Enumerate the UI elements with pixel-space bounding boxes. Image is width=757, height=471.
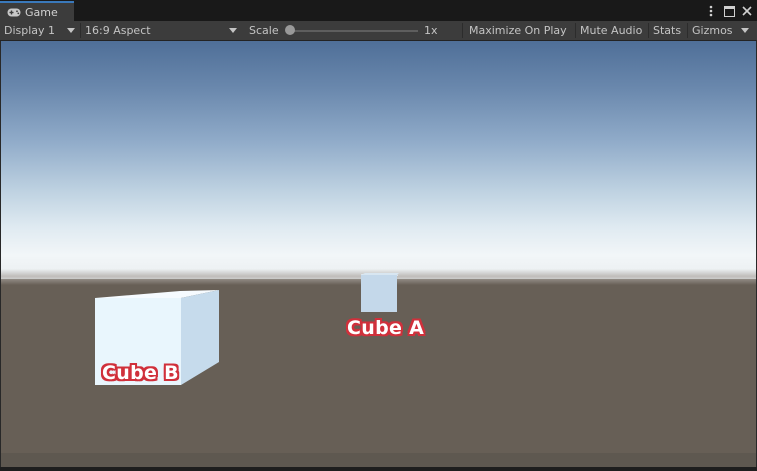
display-dropdown[interactable]: Display 1 — [4, 21, 76, 40]
toolbar-divider — [462, 23, 463, 38]
kebab-menu-icon[interactable] — [705, 4, 717, 18]
window-bottom-border — [0, 467, 757, 471]
window-actions — [705, 2, 753, 20]
game-toolbar: Display 1 16:9 Aspect Scale 1x Maximize … — [0, 21, 757, 41]
scale-slider-track[interactable] — [292, 30, 418, 32]
cube-a-label: Cube A — [347, 317, 425, 339]
tab-title: Game — [25, 5, 58, 19]
scale-value: 1x — [424, 24, 438, 37]
scale-label: Scale — [249, 24, 279, 37]
cube-a[interactable] — [361, 273, 399, 312]
tab-game[interactable]: Game — [0, 1, 74, 21]
aspect-label: 16:9 Aspect — [85, 24, 151, 37]
close-icon[interactable] — [741, 4, 753, 18]
chevron-down-icon — [229, 28, 237, 33]
stats-toggle[interactable]: Stats — [653, 21, 681, 40]
gizmos-dropdown[interactable]: Gizmos — [692, 21, 749, 40]
game-window: Game Display 1 16:9 Aspect Scale 1x Maxi… — [0, 0, 757, 471]
toolbar-divider — [648, 23, 649, 38]
scene-objects — [95, 273, 399, 385]
toolbar-divider — [80, 23, 81, 38]
scale-slider-handle[interactable] — [285, 25, 295, 35]
chevron-down-icon — [67, 28, 76, 33]
gamepad-icon — [7, 7, 21, 17]
toolbar-divider — [687, 23, 688, 38]
cube-b-label: Cube B — [102, 362, 179, 384]
maximize-icon[interactable] — [723, 4, 735, 18]
aspect-dropdown[interactable]: 16:9 Aspect — [85, 21, 239, 40]
display-label: Display 1 — [4, 24, 56, 37]
tab-bar: Game — [0, 0, 757, 21]
maximize-on-play-toggle[interactable]: Maximize On Play — [469, 21, 567, 40]
gizmos-label: Gizmos — [692, 24, 733, 37]
mute-audio-toggle[interactable]: Mute Audio — [580, 21, 642, 40]
chevron-down-icon — [740, 28, 749, 33]
toolbar-divider — [575, 23, 576, 38]
game-viewport[interactable]: Cube A Cube B — [1, 41, 756, 467]
